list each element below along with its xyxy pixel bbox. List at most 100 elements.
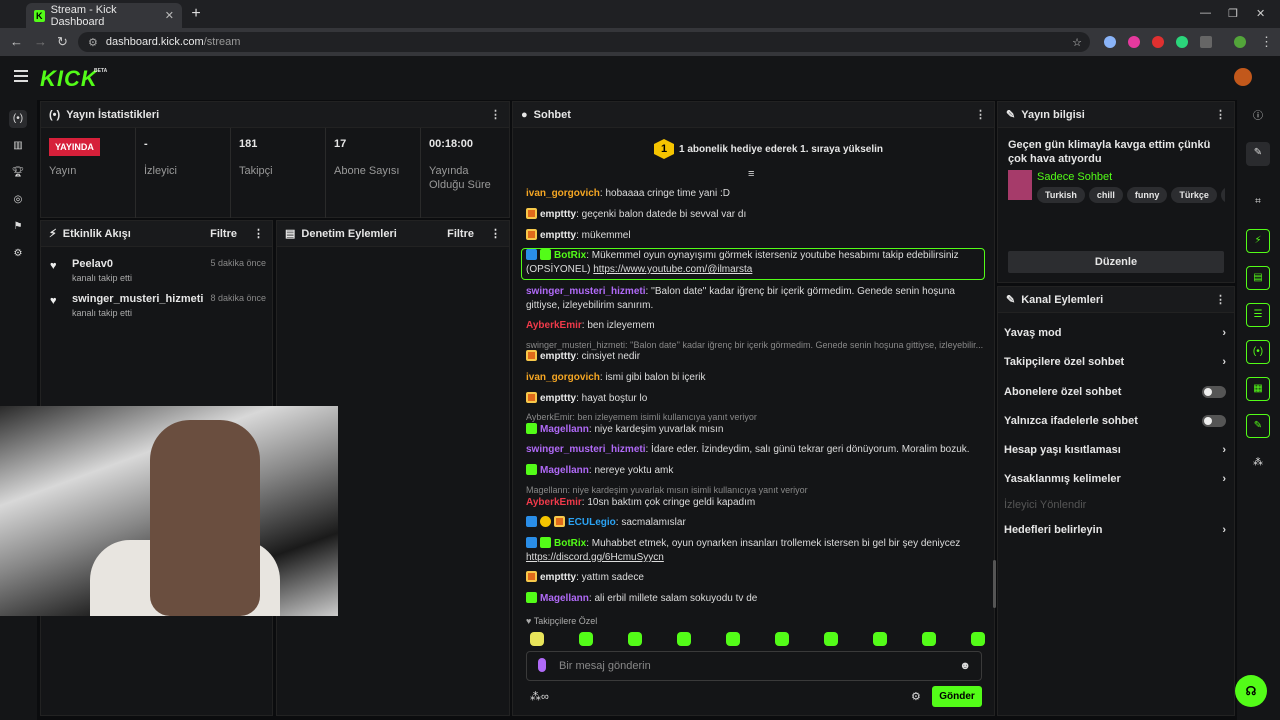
chat-username[interactable]: Magellann: [540, 465, 589, 476]
chat-username[interactable]: ECULegio: [568, 517, 616, 528]
action-banned-words[interactable]: Yasaklanmış kelimeler ›: [1004, 473, 1226, 485]
toggle-switch[interactable]: [1202, 415, 1226, 427]
new-tab-icon[interactable]: +: [188, 6, 204, 22]
more-options-icon[interactable]: ⋮: [975, 108, 986, 121]
forward-icon[interactable]: →: [34, 34, 47, 49]
tag-chip[interactable]: funny: [1126, 187, 1168, 203]
chat-scrollbar[interactable]: [993, 560, 996, 608]
emote-icon[interactable]: [530, 632, 544, 646]
chat-username[interactable]: BotRix: [554, 250, 586, 261]
close-window-icon[interactable]: ✕: [1256, 7, 1265, 20]
url-field[interactable]: ⚙ dashboard.kick.com/stream ☆: [78, 32, 1090, 52]
emote-icon[interactable]: [873, 632, 887, 646]
category-link[interactable]: Sadece Sohbet: [1037, 171, 1112, 183]
support-headset-icon[interactable]: ☊: [1235, 675, 1267, 707]
action-follower-chat[interactable]: Takipçilere özel sohbet ›: [1004, 356, 1226, 368]
wrench-icon[interactable]: ✎: [1246, 414, 1270, 438]
chat-input[interactable]: Bir mesaj gönderin ☻: [526, 651, 982, 681]
kick-logo[interactable]: KICK: [40, 66, 98, 92]
filter-button[interactable]: Filtre: [210, 228, 237, 240]
users-icon[interactable]: ⚑: [9, 218, 27, 236]
chat-link[interactable]: https://discord.gg/6HcmuSyycn: [526, 552, 664, 563]
emote-icon[interactable]: [677, 632, 691, 646]
send-button[interactable]: Gönder: [932, 686, 982, 707]
browser-tab[interactable]: K Stream - Kick Dashboard ✕: [26, 3, 182, 28]
points-infinity-icon[interactable]: ⁂∞: [530, 690, 549, 703]
bookmark-star-icon[interactable]: ☆: [1072, 36, 1082, 49]
action-slow-mode[interactable]: Yavaş mod ›: [1004, 327, 1226, 339]
more-options-icon[interactable]: ⋮: [253, 227, 264, 240]
extensions-puzzle-icon[interactable]: [1200, 36, 1212, 48]
pencil-icon[interactable]: ✎: [1246, 142, 1270, 166]
layout-icon[interactable]: ▦: [1246, 377, 1270, 401]
apps-icon[interactable]: ⁂: [1246, 452, 1270, 476]
close-tab-icon[interactable]: ✕: [165, 9, 174, 22]
emote-icon[interactable]: [775, 632, 789, 646]
tag-chip[interactable]: Turkish: [1037, 187, 1085, 203]
microphone-icon[interactable]: [538, 658, 546, 672]
chat-icon[interactable]: ☰: [1246, 303, 1270, 327]
info-icon[interactable]: ⓘ: [1246, 106, 1270, 130]
trophy-icon[interactable]: 🏆︎: [9, 164, 27, 182]
chat-username[interactable]: ivan_gorgovich: [526, 188, 600, 199]
emote-icon[interactable]: [628, 632, 642, 646]
edit-button[interactable]: Düzenle: [1008, 251, 1224, 273]
reload-icon[interactable]: ↻: [57, 34, 68, 50]
menu-icon[interactable]: [14, 70, 28, 82]
chat-username[interactable]: empttty: [540, 351, 576, 362]
extension-icon[interactable]: [1176, 36, 1188, 48]
filter-button[interactable]: Filtre: [447, 228, 474, 240]
chat-username[interactable]: empttty: [540, 572, 576, 583]
emote-icon[interactable]: [824, 632, 838, 646]
toggle-switch[interactable]: [1202, 386, 1226, 398]
user-avatar[interactable]: [1234, 68, 1252, 86]
profile-icon[interactable]: [1234, 36, 1246, 48]
crop-icon[interactable]: ⌗: [1246, 191, 1270, 215]
chat-username[interactable]: Magellann: [540, 593, 589, 604]
chat-username[interactable]: Magellann: [540, 424, 589, 435]
tag-chip[interactable]: chill: [1088, 187, 1123, 203]
chat-link[interactable]: https://www.youtube.com/@ilmarsta: [593, 264, 752, 275]
chat-username[interactable]: empttty: [540, 393, 576, 404]
minimize-icon[interactable]: —: [1200, 7, 1211, 19]
emote-icon[interactable]: [579, 632, 593, 646]
emote-icon[interactable]: [726, 632, 740, 646]
action-account-age[interactable]: Hesap yaşı kısıtlaması ›: [1004, 444, 1226, 456]
chat-username[interactable]: swinger_musteri_hizmeti: [526, 286, 645, 297]
gift-leaderboard-text[interactable]: 1 abonelik hediye ederek 1. sıraya yükse…: [679, 144, 883, 155]
more-options-icon[interactable]: ⋮: [490, 108, 501, 121]
more-options-icon[interactable]: ⋮: [1215, 108, 1226, 121]
maximize-icon[interactable]: ❐: [1228, 7, 1238, 20]
broadcast-icon[interactable]: (•): [9, 110, 27, 128]
emote-icon[interactable]: [922, 632, 936, 646]
browser-menu-icon[interactable]: ⋮: [1260, 34, 1273, 50]
action-emote-chat[interactable]: Yalnızca ifadelerle sohbet: [1004, 415, 1226, 427]
chat-settings-icon[interactable]: ⚙: [911, 690, 921, 703]
extension-icon[interactable]: [1152, 36, 1164, 48]
extension-icon[interactable]: [1104, 36, 1116, 48]
tag-chip[interactable]: eğlenc: [1220, 187, 1225, 203]
chat-username[interactable]: empttty: [540, 230, 576, 241]
chat-username[interactable]: AyberkEmir: [526, 320, 582, 331]
chat-username[interactable]: AyberkEmir: [526, 497, 582, 508]
emoji-icon[interactable]: ☻: [959, 660, 971, 672]
pinned-toggle-icon[interactable]: ≡: [748, 168, 754, 180]
chat-username[interactable]: BotRix: [554, 538, 586, 549]
chat-username[interactable]: ivan_gorgovich: [526, 372, 600, 383]
broadcast-icon[interactable]: (•): [1246, 340, 1270, 364]
extension-icon[interactable]: [1128, 36, 1140, 48]
site-info-icon[interactable]: ⚙: [88, 36, 98, 49]
back-icon[interactable]: ←: [10, 34, 23, 49]
more-options-icon[interactable]: ⋮: [490, 227, 501, 240]
settings-icon[interactable]: ⚙: [9, 245, 27, 263]
emote-icon[interactable]: [971, 632, 985, 646]
action-sub-chat[interactable]: Abonelere özel sohbet: [1004, 386, 1226, 398]
document-icon[interactable]: ▤: [1246, 266, 1270, 290]
chat-username[interactable]: empttty: [540, 209, 576, 220]
target-icon[interactable]: ◎: [9, 191, 27, 209]
more-options-icon[interactable]: ⋮: [1215, 293, 1226, 306]
lightning-icon[interactable]: ⚡︎: [1246, 229, 1270, 253]
tag-chip[interactable]: Türkçe: [1171, 187, 1217, 203]
chart-icon[interactable]: ▥: [9, 137, 27, 155]
action-goals[interactable]: Hedefleri belirleyin ›: [1004, 524, 1226, 536]
